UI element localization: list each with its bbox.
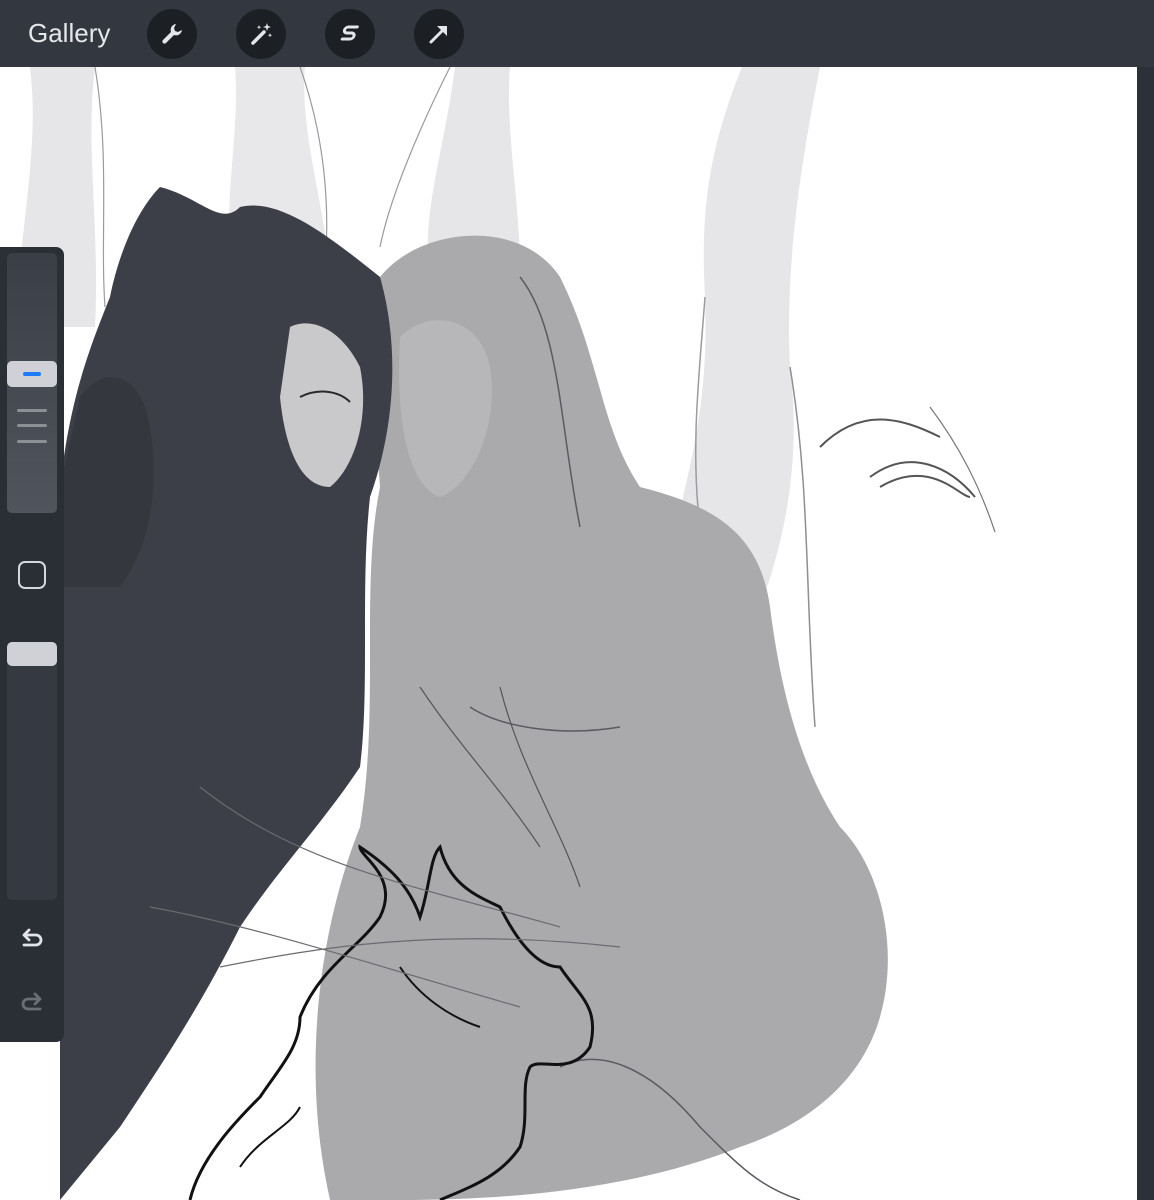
opacity-slider[interactable]: [7, 642, 57, 900]
selection-s-icon: [340, 25, 359, 41]
wrench-icon: [162, 24, 182, 44]
redo-icon: [21, 992, 42, 1011]
grip-line: [17, 440, 47, 443]
sketch-artwork: [15, 67, 996, 1200]
brush-size-slider[interactable]: [7, 253, 57, 513]
magic-wand-icon: [251, 23, 273, 45]
opacity-thumb[interactable]: [7, 642, 57, 666]
undo-button[interactable]: [16, 923, 48, 955]
grip-line: [17, 424, 47, 427]
size-indicator-line: [23, 372, 41, 376]
transform-button[interactable]: [414, 9, 464, 59]
right-edge: [1137, 67, 1154, 1200]
top-toolbar: Gallery: [0, 0, 1154, 67]
adjustments-button[interactable]: [236, 9, 286, 59]
undo-icon: [22, 928, 43, 947]
side-toolbar: [0, 247, 64, 1042]
arrow-cursor-icon: [429, 26, 447, 44]
modify-button[interactable]: [18, 561, 46, 589]
selection-button[interactable]: [325, 9, 375, 59]
grip-line: [17, 409, 47, 412]
gallery-button[interactable]: Gallery: [28, 16, 110, 50]
brush-size-thumb[interactable]: [7, 361, 57, 387]
redo-button[interactable]: [16, 987, 48, 1019]
drawing-canvas[interactable]: [0, 67, 1137, 1200]
actions-button[interactable]: [147, 9, 197, 59]
